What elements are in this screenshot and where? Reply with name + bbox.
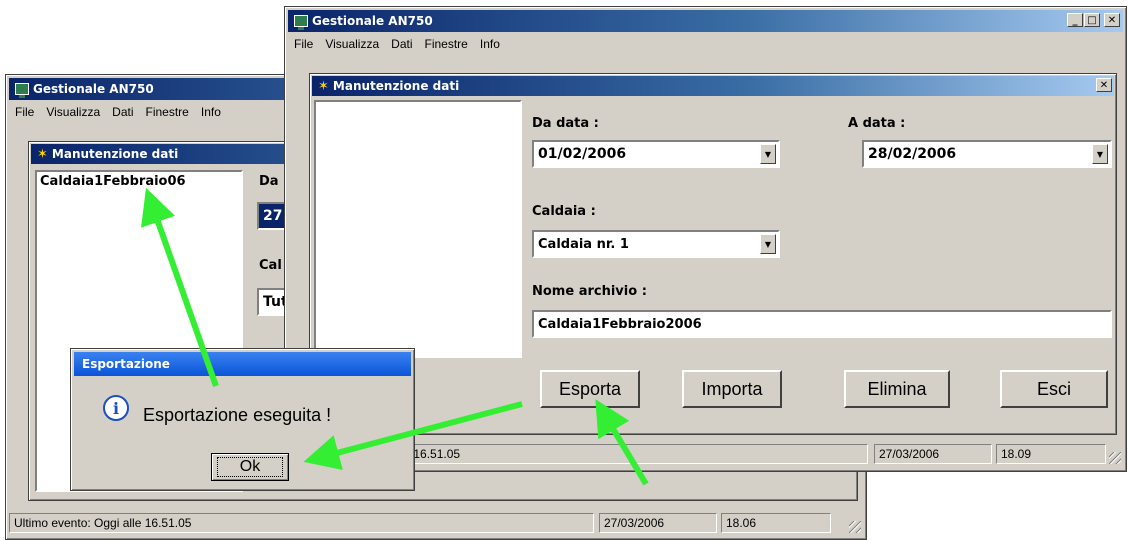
list-item[interactable]: Caldaia1Febbraio06: [37, 172, 241, 191]
to-date-combo[interactable]: 28/02/2006 ▼: [862, 140, 1112, 168]
menu-visualizza[interactable]: Visualizza: [325, 37, 379, 51]
menu-visualizza[interactable]: Visualizza: [46, 105, 100, 119]
exit-button[interactable]: Esci: [1000, 370, 1108, 408]
sparkle-icon: ✶: [318, 78, 329, 94]
resize-grip[interactable]: [1109, 452, 1121, 464]
from-date-label: Da data :: [532, 116, 599, 131]
delete-button[interactable]: Elimina: [844, 370, 950, 408]
front-status-date: 27/03/2006: [874, 444, 992, 464]
menu-finestre[interactable]: Finestre: [146, 105, 189, 119]
front-archive-list[interactable]: [314, 100, 522, 358]
resize-grip[interactable]: [849, 521, 861, 533]
front-titlebar[interactable]: Gestionale AN750 _ □ ✕: [288, 10, 1123, 32]
menu-file[interactable]: File: [15, 105, 34, 119]
dialog-message: Esportazione eseguita !: [143, 405, 332, 425]
dialog-titlebar[interactable]: Esportazione: [74, 352, 411, 376]
dialog-title: Esportazione: [82, 357, 170, 371]
ok-button[interactable]: Ok: [211, 453, 289, 481]
child-close-button[interactable]: ✕: [1096, 78, 1112, 92]
boiler-label: Caldaia :: [532, 204, 596, 219]
from-date-combo[interactable]: 01/02/2006 ▼: [532, 140, 780, 168]
back-statusbar: Ultimo evento: Oggi alle 16.51.05 27/03/…: [9, 513, 863, 535]
menu-info[interactable]: Info: [480, 37, 500, 51]
sparkle-icon: ✶: [37, 146, 48, 162]
front-child-window: ✶ Manutenzione dati ✕ Da data : 01/02/20…: [309, 73, 1117, 435]
back-status-date: 27/03/2006: [599, 513, 717, 533]
menu-dati[interactable]: Dati: [391, 37, 412, 51]
to-date-value: 28/02/2006: [868, 146, 957, 162]
app-icon: [15, 83, 29, 98]
export-dialog: Esportazione i Esportazione eseguita ! O…: [70, 348, 415, 491]
info-icon: i: [103, 395, 129, 421]
chevron-down-icon[interactable]: ▼: [760, 234, 776, 254]
front-menubar: File Visualizza Dati Finestre Info: [288, 34, 1123, 54]
import-button[interactable]: Importa: [682, 370, 782, 408]
back-status-time: 18.06: [721, 513, 831, 533]
back-window-title: Gestionale AN750: [33, 82, 154, 96]
menu-dati[interactable]: Dati: [112, 105, 133, 119]
archive-name-value: Caldaia1Febbraio2006: [538, 316, 702, 332]
export-button[interactable]: Esporta: [540, 370, 640, 408]
minimize-button[interactable]: _: [1067, 13, 1083, 27]
app-icon: [294, 15, 308, 30]
back-from-value: 27: [263, 208, 283, 224]
menu-info[interactable]: Info: [201, 105, 221, 119]
from-date-value: 01/02/2006: [538, 146, 627, 162]
front-window-title: Gestionale AN750: [312, 14, 433, 28]
archive-name-label: Nome archivio :: [532, 284, 647, 299]
ok-label: Ok: [216, 457, 284, 477]
chevron-down-icon[interactable]: ▼: [1092, 144, 1108, 164]
close-button[interactable]: ✕: [1104, 13, 1120, 27]
back-child-title: Manutenzione dati: [51, 147, 179, 161]
boiler-combo[interactable]: Caldaia nr. 1 ▼: [532, 230, 780, 258]
front-child-titlebar[interactable]: ✶ Manutenzione dati ✕: [312, 76, 1114, 96]
archive-name-input[interactable]: Caldaia1Febbraio2006: [532, 310, 1112, 338]
boiler-value: Caldaia nr. 1: [538, 236, 629, 252]
front-status-time: 18.09: [996, 444, 1106, 464]
menu-finestre[interactable]: Finestre: [425, 37, 468, 51]
back-boiler-label: Cal: [259, 258, 282, 273]
front-child-title: Manutenzione dati: [332, 79, 460, 93]
chevron-down-icon[interactable]: ▼: [760, 144, 776, 164]
menu-file[interactable]: File: [294, 37, 313, 51]
maximize-button[interactable]: □: [1084, 13, 1100, 27]
back-status-text: Ultimo evento: Oggi alle 16.51.05: [9, 513, 594, 533]
back-from-label: Da: [259, 174, 279, 189]
to-date-label: A data :: [848, 116, 906, 131]
